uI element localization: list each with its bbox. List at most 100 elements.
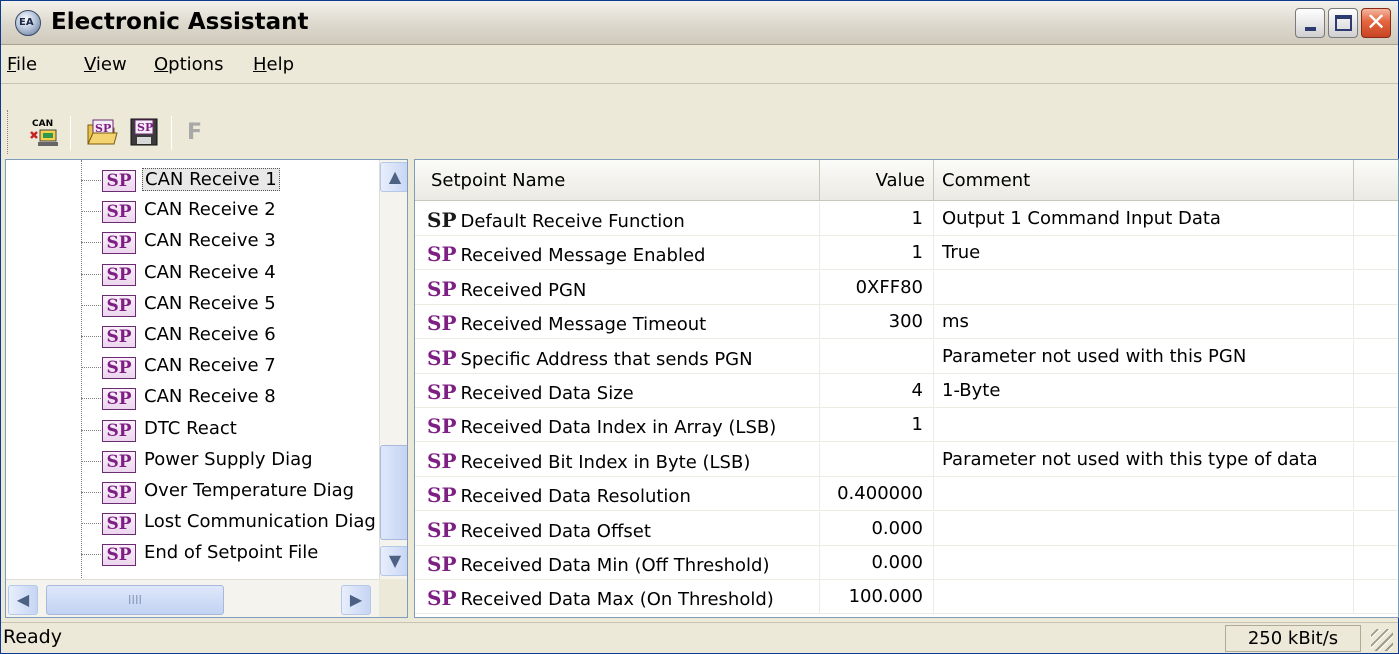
hscroll-thumb[interactable]: IIII (46, 585, 224, 615)
tree-item-label: End of Setpoint File (144, 542, 319, 564)
setpoint-name-cell[interactable]: SP Received Message Enabled (415, 236, 820, 271)
scrollbar-corner (379, 579, 407, 617)
scroll-left-button[interactable]: ◀ (8, 585, 38, 615)
tree-connector (81, 367, 103, 369)
grid-row[interactable]: SP Received Data Resolution 0.400000 (415, 477, 1398, 512)
setpoint-name: Received Data Offset (460, 520, 651, 542)
tree-item[interactable]: SP DTC React (6, 415, 386, 445)
menu-help-mnemonic: H (253, 54, 267, 75)
setpoint-value-cell[interactable]: 1 (820, 236, 934, 271)
setpoint-name-cell[interactable]: SP Received Bit Index in Byte (LSB) (415, 442, 820, 477)
grid-row[interactable]: SP Received Data Size 4 1-Byte (415, 374, 1398, 408)
setpoint-icon: SP (427, 448, 457, 473)
tree-horizontal-scrollbar[interactable]: ◀ IIII ▶ (6, 579, 379, 617)
setpoint-name-cell[interactable]: SP Received Data Offset (415, 511, 820, 546)
tree-item[interactable]: SP CAN Receive 1 (6, 165, 386, 195)
setpoint-value-cell[interactable]: 0.000 (820, 511, 934, 546)
close-button[interactable]: ✕ (1361, 8, 1391, 38)
setpoint-name-cell[interactable]: SP Specific Address that sends PGN (415, 339, 820, 374)
tree-connector (81, 460, 103, 462)
menu-view[interactable]: View (84, 54, 127, 75)
setpoint-name-cell[interactable]: SP Received Data Min (Off Threshold) (415, 546, 820, 580)
tree-item[interactable]: SP CAN Receive 3 (6, 227, 386, 257)
save-icon-text: SP (137, 121, 153, 134)
setpoint-comment-cell (934, 580, 1354, 615)
setpoint-icon: SP (102, 482, 136, 504)
tree-item[interactable]: SP End of Setpoint File (6, 539, 386, 569)
can-connect-button[interactable]: CAN (28, 116, 60, 148)
tree-item[interactable]: SP CAN Receive 8 (6, 383, 386, 413)
title-bar[interactable]: EA Electronic Assistant ✕ (1, 1, 1398, 45)
tree-item[interactable]: SP CAN Receive 7 (6, 352, 386, 382)
menu-bar: File View Options Help (1, 46, 1398, 84)
menu-options[interactable]: Options (154, 54, 223, 75)
setpoint-value-cell[interactable]: 0.400000 (820, 477, 934, 512)
menu-help[interactable]: Help (253, 54, 294, 75)
tree-vertical-scrollbar[interactable]: ▲ ▼ (379, 160, 407, 579)
scroll-right-button[interactable]: ▶ (341, 585, 371, 615)
grid-row[interactable]: SP Default Receive Function 1 Output 1 Comm… (415, 202, 1398, 236)
minimize-button[interactable] (1295, 8, 1325, 38)
scroll-down-button[interactable]: ▼ (380, 546, 407, 576)
setpoint-comment-cell (934, 408, 1354, 443)
toolbar-grip[interactable] (7, 110, 10, 154)
setpoint-name-cell[interactable]: SP Received Message Timeout (415, 305, 820, 340)
f-button-disabled[interactable]: F (187, 120, 202, 145)
grid-row[interactable]: SP Received Data Index in Array (LSB) 1 (415, 408, 1398, 443)
tree-connector (81, 523, 103, 525)
setpoint-value-cell[interactable]: 4 (820, 374, 934, 408)
tree-item[interactable]: SP CAN Receive 4 (6, 259, 386, 289)
maximize-icon (1335, 15, 1352, 31)
grid-row[interactable]: SP Received PGN 0XFF80 (415, 270, 1398, 305)
column-header-name[interactable]: Setpoint Name (415, 160, 820, 201)
setpoint-value-cell[interactable]: 100.000 (820, 580, 934, 615)
setpoint-name-cell[interactable]: SP Received Data Max (On Threshold) (415, 580, 820, 615)
setpoint-icon: SP (102, 201, 136, 224)
tree-item[interactable]: SP CAN Receive 6 (6, 321, 386, 351)
resize-grip-icon[interactable] (1371, 629, 1393, 651)
setpoint-icon: SP (102, 326, 136, 348)
grid-row[interactable]: SP Received Message Timeout 300 ms (415, 305, 1398, 340)
setpoint-name-cell[interactable]: SP Received Data Index in Array (LSB) (415, 408, 820, 443)
setpoint-value-cell[interactable]: 0.000 (820, 546, 934, 580)
save-setpoint-button[interactable]: SP (128, 116, 160, 148)
grid-row[interactable]: SP Received Bit Index in Byte (LSB) Parame… (415, 442, 1398, 477)
setpoint-value-cell[interactable] (820, 339, 934, 374)
grid-row[interactable]: SP Specific Address that sends PGN Paramet… (415, 339, 1398, 374)
setpoint-tree[interactable]: SP CAN Receive 1 SP CAN Receive 2 SP CAN Rece… (5, 159, 408, 618)
setpoint-value-cell[interactable] (820, 442, 934, 477)
setpoint-value-cell[interactable]: 0XFF80 (820, 270, 934, 305)
setpoint-name-cell[interactable]: SP Default Receive Function (415, 202, 820, 236)
menu-options-label: ptions (168, 54, 224, 75)
setpoint-comment-cell (934, 546, 1354, 580)
grid-row[interactable]: SP Received Data Max (On Threshold) 100.00… (415, 580, 1398, 615)
tree-item[interactable]: SP CAN Receive 5 (6, 290, 386, 320)
column-header-comment[interactable]: Comment (934, 160, 1354, 201)
window-title: Electronic Assistant (51, 9, 309, 35)
tree-item[interactable]: SP Over Temperature Diag (6, 477, 386, 507)
setpoint-comment-cell (934, 477, 1354, 512)
open-setpoint-button[interactable]: SP (86, 116, 118, 148)
setpoint-name-cell[interactable]: SP Received Data Resolution (415, 477, 820, 512)
tree-item[interactable]: SP Power Supply Diag (6, 446, 386, 476)
grid-row[interactable]: SP Received Message Enabled 1 True (415, 236, 1398, 271)
tree-item-label: DTC React (144, 417, 237, 439)
tree-connector (81, 304, 103, 306)
setpoint-value-cell[interactable]: 300 (820, 305, 934, 340)
tree-item[interactable]: SP CAN Receive 2 (6, 196, 386, 226)
setpoint-name-cell[interactable]: SP Received PGN (415, 270, 820, 305)
setpoint-value-cell[interactable]: 1 (820, 408, 934, 443)
hscroll-grip: IIII (127, 593, 143, 607)
setpoint-icon: SP (102, 294, 136, 317)
setpoint-name-cell[interactable]: SP Received Data Size (415, 374, 820, 408)
grid-row[interactable]: SP Received Data Offset 0.000 (415, 511, 1398, 546)
scroll-up-button[interactable]: ▲ (380, 162, 407, 192)
maximize-button[interactable] (1328, 8, 1358, 38)
grid-row[interactable]: SP Received Data Min (Off Threshold) 0.000 (415, 546, 1398, 580)
column-header-value[interactable]: Value (820, 160, 934, 201)
setpoint-value-cell[interactable]: 1 (820, 202, 934, 236)
scroll-thumb[interactable] (380, 445, 407, 540)
menu-file[interactable]: File (7, 54, 37, 75)
setpoint-icon: SP (427, 414, 457, 439)
tree-item[interactable]: SP Lost Communication Diag (6, 508, 386, 538)
